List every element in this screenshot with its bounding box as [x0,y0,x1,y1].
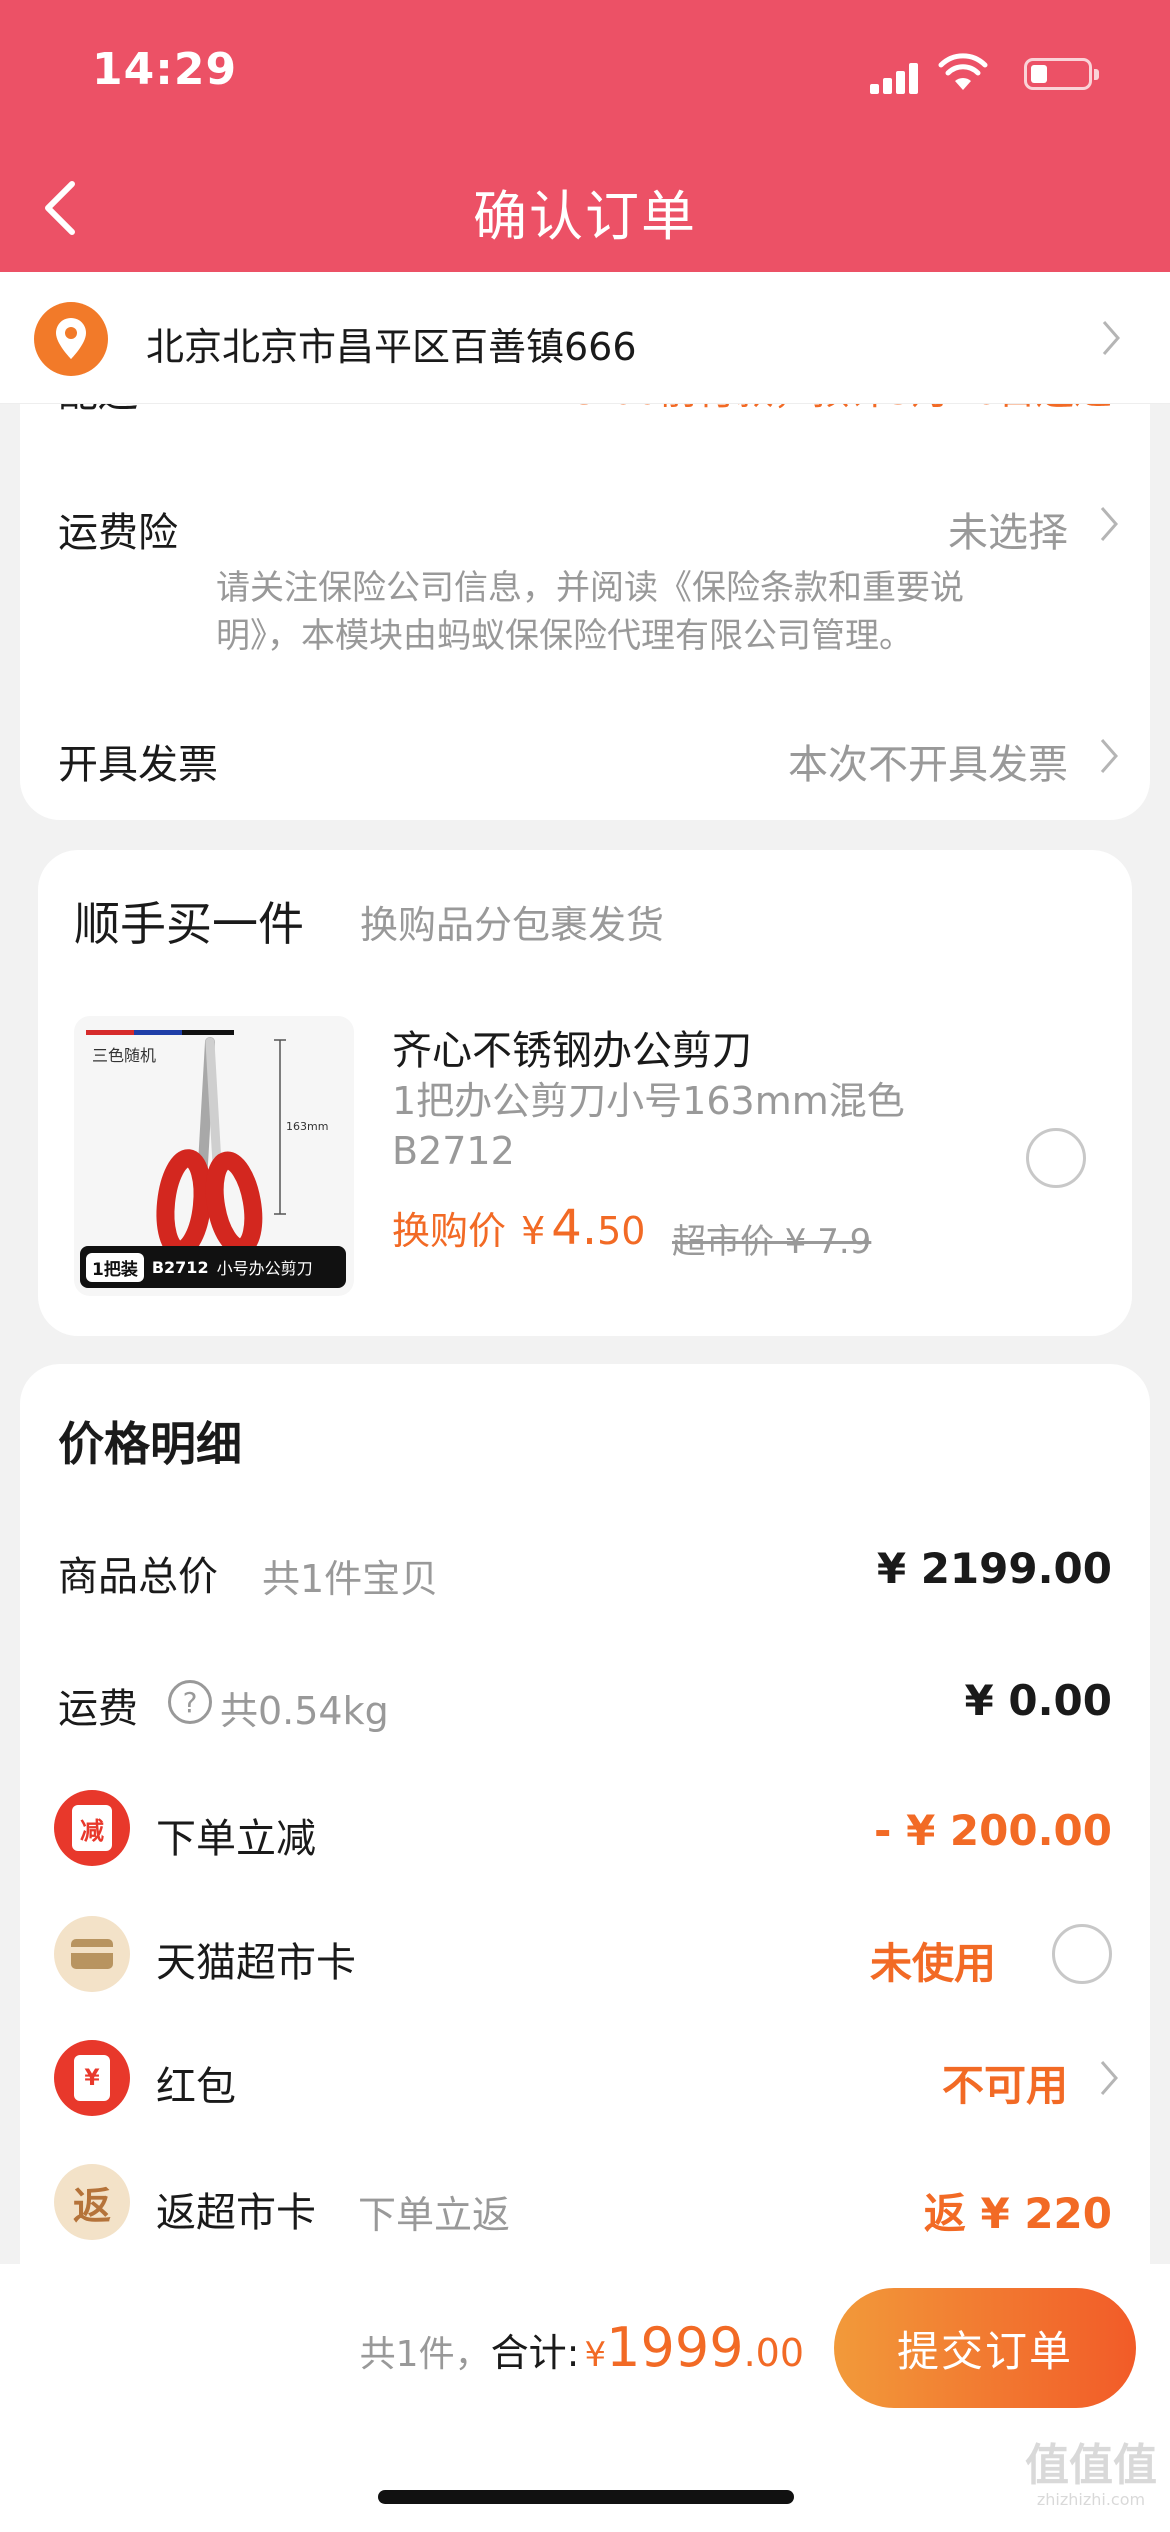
instant-discount-value: - ¥ 200.00 [874,1806,1112,1855]
insurance-note: 请关注保险公司信息，并阅读《保险条款和重要说明》，本模块由蚂蚁保保险代理有限公司… [216,568,964,656]
addon-price-currency: ¥ [521,1209,546,1253]
address-bar[interactable]: 北京北京市昌平区百善镇666 [0,272,1170,404]
watermark: 值值值 zhizhizhi.com [1016,2440,1166,2510]
chevron-right-icon [1100,507,1118,541]
cashback-label: 返超市卡 [156,2190,316,2236]
cashback-sub: 下单立返 [358,2193,511,2237]
red-packet-selector[interactable]: 不可用 [880,2046,1120,2110]
image-pack-label: 1把装 [86,1252,144,1282]
shipping-fee-label: 运费 [58,1686,138,1732]
shipping-fee-value: ¥ 0.00 [964,1676,1112,1725]
tmall-card-icon [54,1916,130,1992]
total-int: 1999 [606,2316,744,2379]
invoice-value: 本次不开具发票 [788,742,1068,788]
instant-discount-label: 下单立减 [156,1816,316,1862]
addon-select-radio[interactable] [1026,1128,1086,1188]
watermark-url: zhizhizhi.com [1036,2490,1146,2509]
addon-product-image[interactable]: 三色随机 163mm 1把装 B2712 小号办公剪刀 [74,1016,354,1296]
address-text: 北京北京市昌平区百善镇666 [146,325,637,369]
watermark-logo: 值值值 [1025,2440,1157,2491]
chevron-right-icon [1100,2061,1118,2095]
submit-order-button[interactable]: 提交订单 [834,2288,1136,2408]
invoice-label: 开具发票 [58,742,218,788]
shipping-insurance-value: 未选择 [948,510,1068,556]
image-desc-label: 小号办公剪刀 [216,1259,313,1278]
discount-icon: 减 [54,1790,130,1866]
shipping-insurance-label: 运费险 [58,510,178,556]
image-model-label: B2712 [151,1257,209,1277]
addon-price: 换购价 ¥4.50 [392,1200,645,1256]
tmall-card-value: 未使用 [869,1939,996,1988]
top-header: 14:29 确认订单 [0,0,1170,272]
status-icons [820,52,1120,94]
page-title: 确认订单 [473,185,697,248]
price-detail-title: 价格明细 [58,1417,242,1471]
cashback-value: 返 ¥ 220 [923,2189,1112,2238]
shipping-weight: 共0.54kg [220,1689,389,1733]
question-circle-icon[interactable]: ? [168,1680,212,1724]
addon-product-name[interactable]: 齐心不锈钢办公剪刀 [392,1018,752,1076]
red-packet-label: 红包 [156,2064,236,2110]
red-packet-value: 不可用 [941,2061,1068,2110]
shipping-insurance-selector[interactable]: 未选择 [700,494,1120,556]
goods-total-value: ¥ 2199.00 [876,1544,1112,1593]
location-pin-icon [34,302,108,376]
addon-price-int: 4. [551,1200,598,1256]
chevron-right-icon [1102,321,1120,355]
chevron-right-icon [1100,739,1118,773]
tmall-card-label: 天猫超市卡 [156,1940,356,1986]
invoice-selector[interactable]: 本次不开具发票 [640,726,1120,788]
total-currency: ¥ [584,2335,607,2375]
tmall-card-radio[interactable] [1052,1924,1112,1984]
image-size-label: 163mm [286,1120,329,1133]
order-total: 共1件，合计: ¥1999.00 [360,2316,804,2379]
battery-icon [1024,58,1099,90]
image-caption-bar: 1把装 B2712 小号办公剪刀 [80,1246,346,1288]
goods-total-sub: 共1件宝贝 [262,1557,439,1601]
addon-price-label: 换购价 [392,1209,507,1253]
signal-icon [870,62,920,94]
home-indicator [378,2490,794,2504]
status-time: 14:29 [92,44,238,95]
addon-subtitle: 换购品分包裹发货 [360,903,665,947]
addon-title: 顺手买一件 [74,897,304,951]
goods-total-label: 商品总价 [58,1554,218,1600]
item-count-text: 共1件， [359,2334,491,2375]
addon-market-price: 超市价 ¥ 7.9 [672,1222,872,1262]
addon-product-spec: 1把办公剪刀小号163mm混色B2712 [392,1079,905,1173]
wifi-icon [938,53,988,90]
red-packet-icon: ¥ [54,2040,130,2116]
total-dec: .00 [743,2331,804,2375]
cashback-icon: 返 [54,2164,130,2240]
addon-price-dec: 50 [597,1209,646,1253]
total-label: 合计: [490,2331,580,2375]
